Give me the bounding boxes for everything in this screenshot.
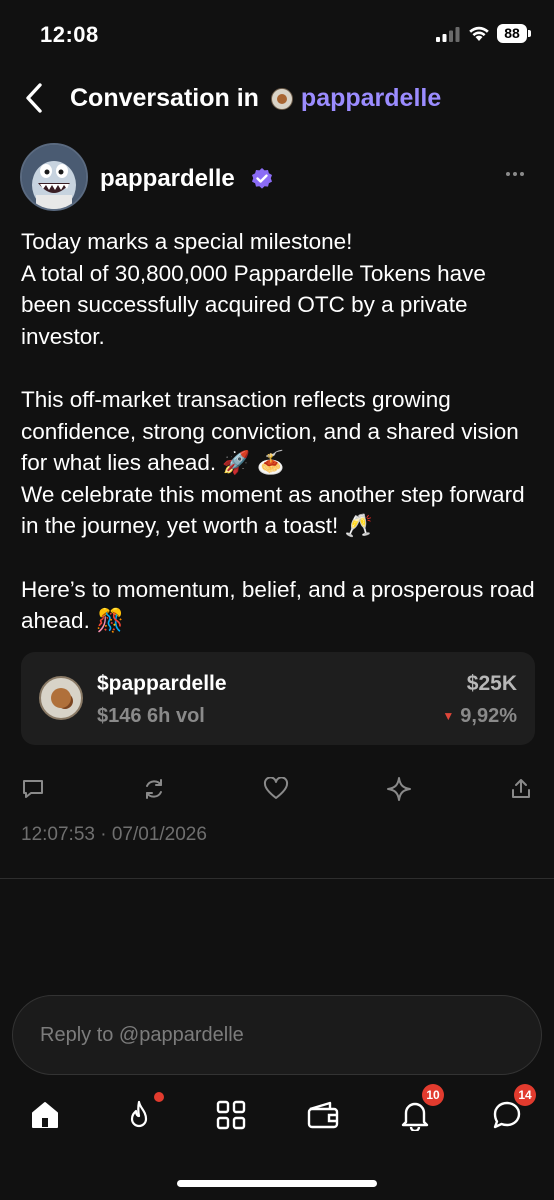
post-author-row: pappardelle — [20, 140, 534, 214]
reply-box — [12, 995, 542, 1075]
post-timestamp: 12:07:53 · 07/01/2026 — [21, 824, 207, 845]
token-logo-icon — [39, 676, 83, 720]
battery-cap — [528, 30, 531, 37]
post-text: Today marks a special milestone! A total… — [21, 226, 535, 637]
reply-button[interactable] — [20, 776, 46, 802]
battery-indicator: 88 — [497, 24, 527, 43]
post-paragraph: Here’s to momentum, belief, and a prospe… — [21, 576, 535, 634]
community-link[interactable]: pappardelle — [301, 84, 441, 113]
status-time: 12:08 — [40, 22, 99, 47]
nav-trending[interactable] — [122, 1092, 164, 1132]
notification-badge: 10 — [422, 1084, 444, 1106]
title-prefix: Conversation in — [70, 84, 259, 112]
home-icon — [32, 1102, 58, 1128]
header: Conversation in pappardelle — [0, 72, 554, 124]
wallet-icon — [307, 1101, 339, 1129]
ellipsis-icon — [506, 172, 524, 176]
notification-dot — [154, 1092, 164, 1102]
post-actions — [0, 774, 554, 806]
cellular-signal-icon — [436, 27, 460, 42]
messages-badge: 14 — [514, 1084, 536, 1106]
monster-avatar-icon — [22, 145, 86, 209]
back-button[interactable] — [16, 78, 52, 118]
bottom-nav: 10 14 — [0, 1084, 554, 1146]
wifi-icon — [469, 26, 489, 41]
share-button[interactable] — [508, 776, 534, 802]
grid-icon — [216, 1100, 246, 1130]
token-change: ▼ 9,92% — [442, 705, 517, 728]
home-indicator — [177, 1180, 377, 1187]
post-paragraph: This off-market transaction reflects gro… — [21, 386, 525, 539]
sparkle-icon — [387, 777, 411, 801]
post-paragraph: Today marks a special milestone! A total… — [21, 229, 486, 349]
token-symbol: $pappardelle — [97, 672, 227, 695]
token-change-value: 9,92% — [460, 705, 517, 727]
repost-button[interactable] — [141, 776, 167, 802]
like-button[interactable] — [263, 776, 289, 802]
community-avatar-icon[interactable] — [270, 87, 293, 110]
flame-icon — [130, 1100, 148, 1128]
nav-wallet[interactable] — [306, 1098, 340, 1132]
triangle-down-icon: ▼ — [442, 709, 455, 723]
avatar[interactable] — [20, 143, 88, 211]
nav-apps[interactable] — [214, 1098, 248, 1132]
boost-button[interactable] — [386, 776, 412, 802]
chevron-left-icon — [26, 83, 42, 113]
status-bar: 12:08 88 — [0, 0, 554, 66]
share-icon — [512, 779, 530, 798]
heart-icon — [263, 777, 289, 799]
reply-input[interactable] — [40, 996, 510, 1074]
token-market-cap: $25K — [466, 672, 517, 695]
nav-home[interactable] — [28, 1098, 62, 1132]
comment-icon — [23, 780, 43, 798]
nav-notifications[interactable]: 10 — [398, 1084, 444, 1132]
author-name[interactable]: pappardelle — [100, 165, 235, 193]
token-card[interactable]: $pappardelle $146 6h vol $25K ▼ 9,92% — [21, 652, 535, 745]
token-volume: $146 6h vol — [97, 705, 205, 727]
divider — [0, 878, 554, 879]
more-options-button[interactable] — [500, 160, 530, 180]
page-title: Conversation in pappardelle — [70, 84, 441, 113]
verified-badge-icon — [252, 168, 272, 189]
repost-icon — [146, 779, 162, 799]
nav-messages[interactable]: 14 — [490, 1084, 536, 1132]
